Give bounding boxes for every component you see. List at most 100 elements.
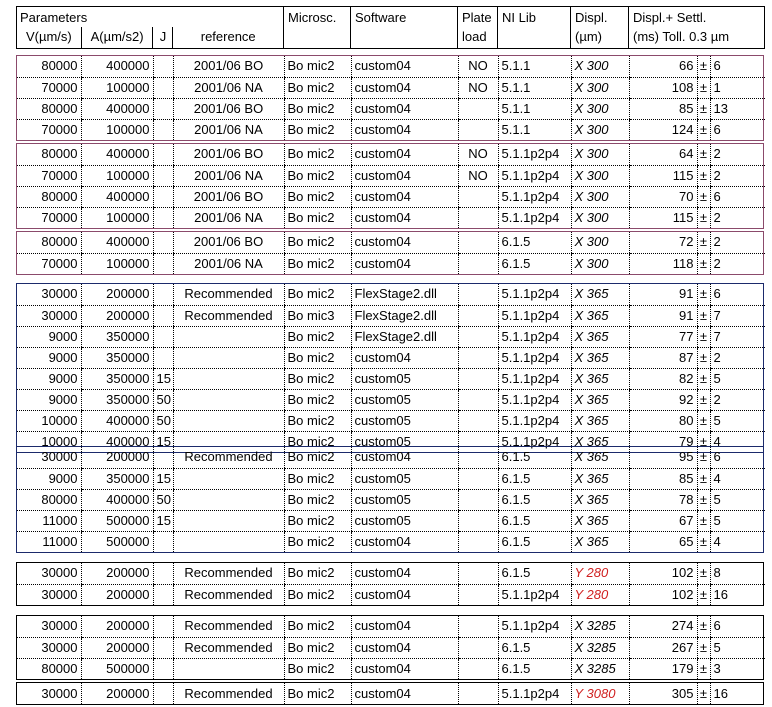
table-row[interactable]: 80000 400000 2001/06 BO Bo mic2 custom04 6.1.…: [17, 232, 765, 254]
table-row[interactable]: 70000 100000 2001/06 NA Bo mic2 custom04 5.1.…: [17, 207, 765, 228]
cell-ni-lib: 5.1.1p2p4: [497, 368, 571, 390]
table-row[interactable]: 80000 400000 2001/06 BO Bo mic2 custom04 NO 5.…: [17, 56, 765, 78]
cell-velocity: 80000: [17, 232, 81, 254]
cell-displacement: X 300: [570, 77, 629, 99]
cell-plus-minus: ±: [696, 305, 710, 327]
cell-plate-load: [457, 584, 498, 605]
table-row[interactable]: 11000 500000 Bo mic2 custom04 6.1.5 X 365 65 ±4: [17, 531, 765, 552]
cell-acceleration: 200000: [80, 305, 153, 327]
cell-software: custom04: [350, 253, 458, 274]
cell-microscope: Bo mic2: [283, 207, 351, 228]
table-row[interactable]: 80000 400000 2001/06 BO Bo mic2 custom04 5.1.…: [17, 186, 765, 208]
cell-microscope: Bo mic2: [283, 253, 351, 274]
cell-velocity: 80000: [17, 186, 81, 208]
cell-software: custom04: [350, 77, 458, 99]
table-row[interactable]: 30000 200000 Recommended Bo mic2 custom04 5.1…: [17, 683, 765, 704]
table-row[interactable]: 70000 100000 2001/06 NA Bo mic2 custom04 5.1.…: [17, 119, 765, 140]
table-row[interactable]: 9000 350000 50 Bo mic2 custom05 5.1.1p2p4 X 36…: [17, 389, 765, 411]
cell-jerk: 15: [152, 510, 173, 532]
cell-reference: [172, 510, 284, 532]
cell-jerk: [152, 563, 173, 585]
cell-ni-lib: 5.1.1p2p4: [497, 389, 571, 411]
cell-plus-minus: ±: [696, 284, 710, 306]
table-row[interactable]: 30000 200000 Recommended Bo mic2 FlexStage2.…: [17, 284, 765, 306]
header-col-jerk: J: [152, 27, 172, 48]
table-row[interactable]: 30000 200000 Recommended Bo mic2 custom04 5.1…: [17, 616, 765, 638]
table-row[interactable]: 80000 400000 2001/06 BO Bo mic2 custom04 NO 5.…: [17, 144, 765, 166]
cell-acceleration: 400000: [80, 232, 153, 254]
cell-microscope: Bo mic2: [283, 284, 351, 306]
header-microsc-label: Microsc.: [288, 10, 337, 25]
cell-displacement: X 300: [570, 207, 629, 228]
cell-microscope: Bo mic2: [283, 410, 351, 432]
table-row[interactable]: 80000 400000 2001/06 BO Bo mic2 custom04 5.1.…: [17, 98, 765, 120]
cell-velocity: 70000: [41, 209, 78, 225]
table-row[interactable]: 10000 400000 50 Bo mic2 custom05 5.1.1p2p4 X 3…: [17, 410, 765, 432]
cell-acceleration: 100000: [80, 165, 153, 187]
header-displ-line2: (µm): [575, 29, 602, 44]
cell-reference: 2001/06 NA: [172, 119, 284, 140]
cell-software: custom04: [350, 119, 458, 140]
cell-tolerance: 13: [709, 98, 765, 120]
cell-displacement: X 300: [570, 56, 629, 78]
cell-jerk: 15: [152, 468, 173, 490]
header-parameters-group: Parameters V(µm/s) A(µm/s2) J reference: [16, 6, 284, 49]
cell-ni-lib: 5.1.1p2p4: [497, 683, 571, 704]
cell-microscope: Bo mic2: [283, 637, 351, 659]
table-row[interactable]: 30000 200000 Recommended Bo mic3 FlexStage2.…: [17, 305, 765, 327]
cell-settling-value: 102: [628, 563, 697, 585]
table-row[interactable]: 80000 400000 50 Bo mic2 custom05 6.1.5 X 365 78…: [17, 489, 765, 511]
cell-velocity: 9000: [17, 347, 81, 369]
cell-plus-minus: ±: [696, 658, 710, 679]
cell-velocity: 70000: [41, 121, 78, 137]
cell-velocity: 70000: [17, 77, 81, 99]
cell-tolerance: 2: [709, 253, 765, 274]
cell-settling-value: 85: [628, 98, 697, 120]
table-row[interactable]: 11000 500000 15 Bo mic2 custom05 6.1.5 X 365 67…: [17, 510, 765, 532]
table-row[interactable]: 9000 350000 15 Bo mic2 custom05 6.1.5 X 365 85 ±…: [17, 468, 765, 490]
cell-microscope: Bo mic2: [283, 232, 351, 254]
header-col-plate-load: Plate load: [457, 6, 498, 49]
cell-settling-value: 67: [628, 510, 697, 532]
cell-displacement: X 365: [570, 326, 629, 348]
cell-software: FlexStage2.dll: [350, 326, 458, 348]
cell-microscope: Bo mic2: [283, 368, 351, 390]
cell-jerk: [152, 347, 173, 369]
cell-acceleration: 400000: [80, 410, 153, 432]
cell-plate-load: [457, 232, 498, 254]
cell-plate-load: [457, 563, 498, 585]
cell-displacement: X 365: [570, 389, 629, 411]
cell-software: custom05: [350, 489, 458, 511]
table-row[interactable]: 30000 200000 Recommended Bo mic2 custom04 6.1…: [17, 447, 765, 469]
table-row[interactable]: 70000 100000 2001/06 NA Bo mic2 custom04 NO 5.…: [17, 165, 765, 187]
table-row[interactable]: 9000 350000 Bo mic2 FlexStage2.dll 5.1.1p2p4…: [17, 326, 765, 348]
cell-plate-load: [457, 253, 498, 274]
cell-displacement: X 300: [570, 165, 629, 187]
cell-ni-lib: 5.1.1p2p4: [497, 186, 571, 208]
header-plate-line2: load: [462, 29, 487, 44]
table-row[interactable]: 80000 500000 Bo mic2 custom04 6.1.5 X 3285 179…: [17, 658, 765, 679]
cell-acceleration: 400000: [80, 489, 153, 511]
table-row[interactable]: 9000 350000 15 Bo mic2 custom05 5.1.1p2p4 X 36…: [17, 368, 765, 390]
header-table: Parameters V(µm/s) A(µm/s2) J reference …: [16, 6, 765, 49]
cell-tolerance: 6: [709, 447, 765, 469]
table-row[interactable]: 70000 100000 2001/06 NA Bo mic2 custom04 NO 5.…: [17, 77, 765, 99]
cell-software: custom05: [350, 468, 458, 490]
cell-acceleration: 400000: [80, 56, 153, 78]
table-row[interactable]: 30000 200000 Recommended Bo mic2 custom04 6.1…: [17, 637, 765, 659]
cell-software: custom04: [350, 207, 458, 228]
cell-acceleration: 350000: [80, 326, 153, 348]
cell-microscope: Bo mic2: [283, 658, 351, 679]
table-row[interactable]: 30000 200000 Recommended Bo mic2 custom04 5.1…: [17, 584, 765, 605]
table-row[interactable]: 9000 350000 Bo mic2 custom04 5.1.1p2p4 X 365 8…: [17, 347, 765, 369]
cell-ni-lib: 5.1.1p2p4: [497, 410, 571, 432]
cell-software: custom04: [350, 563, 458, 585]
header-col-displ-settl: Displ.+ Settl. (ms) Toll. 0.3 µm: [628, 6, 765, 49]
cell-plus-minus: ±: [696, 368, 710, 390]
cell-microscope: Bo mic2: [283, 165, 351, 187]
cell-plus-minus: ±: [696, 56, 710, 78]
cell-plus-minus: ±: [696, 637, 710, 659]
header-plate-line1: Plate: [462, 10, 492, 25]
table-row[interactable]: 30000 200000 Recommended Bo mic2 custom04 6.1…: [17, 563, 765, 585]
table-row[interactable]: 70000 100000 2001/06 NA Bo mic2 custom04 6.1.…: [17, 253, 765, 274]
